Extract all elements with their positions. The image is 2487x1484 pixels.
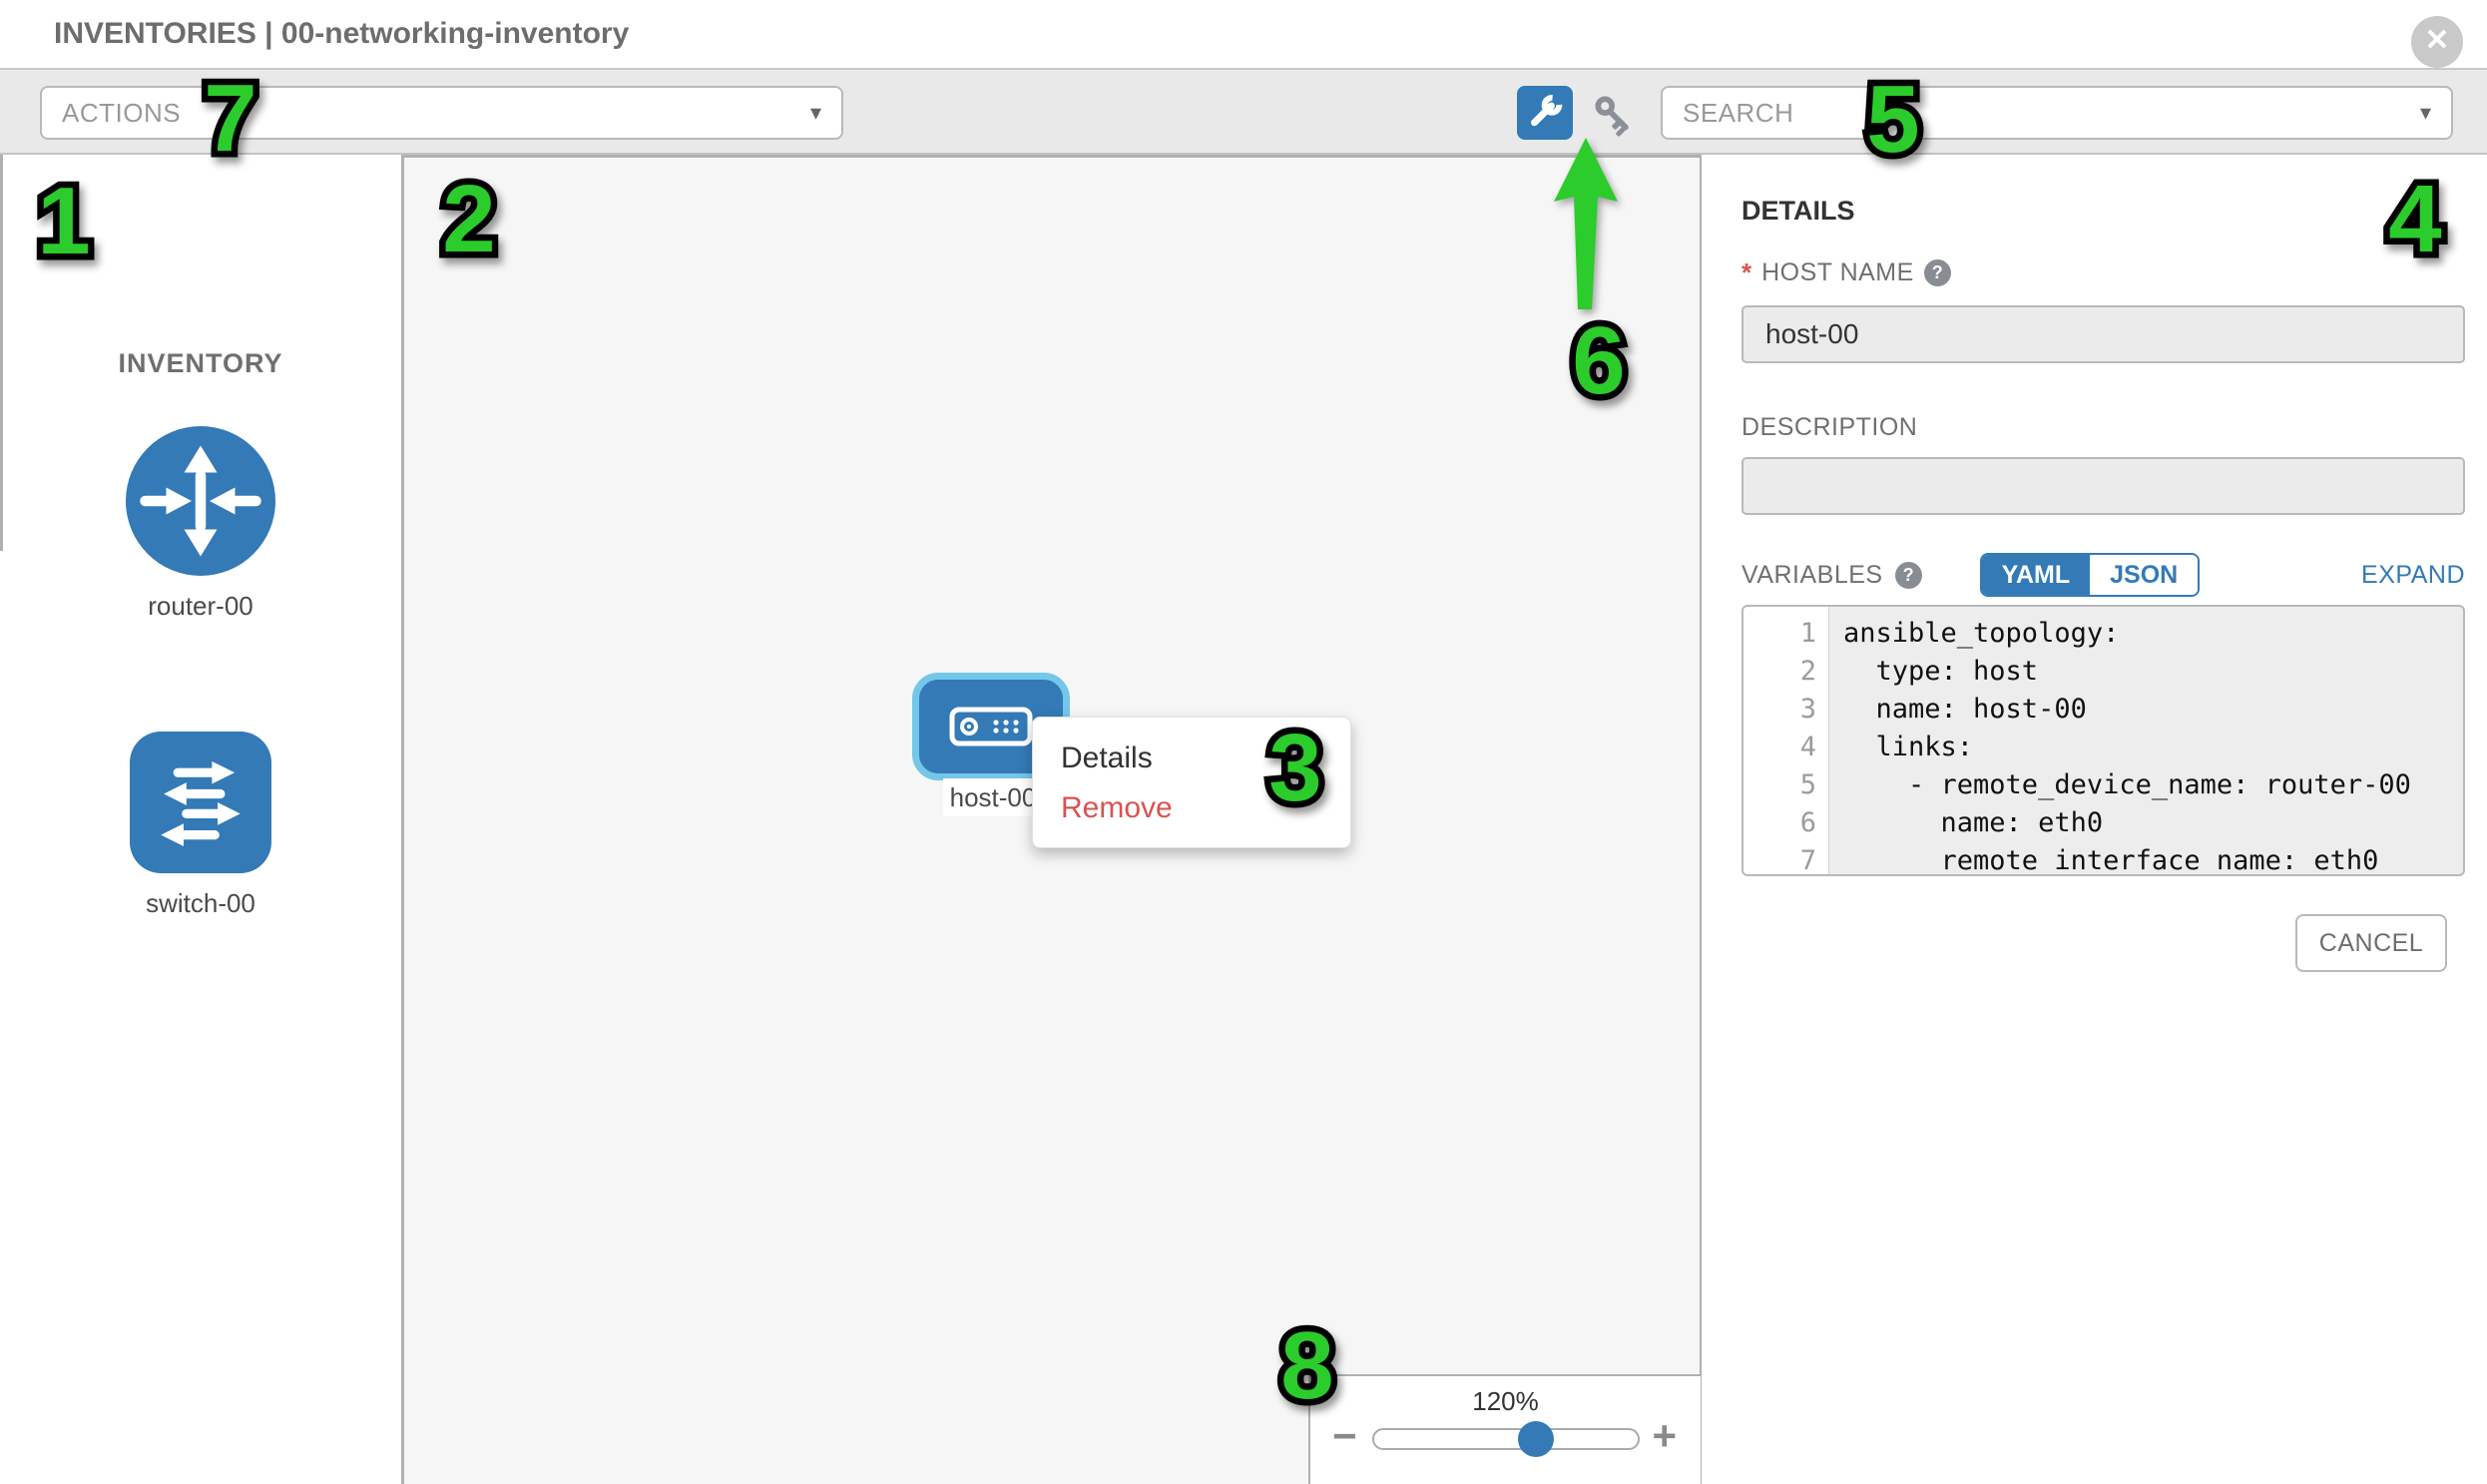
actions-dropdown-label: ACTIONS	[62, 98, 181, 129]
device-label: router-00	[0, 591, 401, 622]
sidebar-heading: INVENTORY	[0, 348, 401, 379]
panel-edge-divider	[0, 155, 3, 551]
wrench-icon	[1524, 92, 1566, 134]
line-number: 7	[1743, 842, 1828, 876]
zoom-slider-thumb[interactable]	[1518, 1421, 1554, 1457]
help-icon[interactable]: ?	[1895, 562, 1922, 589]
code-line: ansible_topology:	[1843, 615, 2463, 653]
tab-yaml[interactable]: YAML	[1982, 555, 2091, 595]
node-context-menu: Details Remove	[1032, 717, 1351, 848]
search-dropdown[interactable]: SEARCH ▾	[1661, 86, 2453, 140]
zoom-control: 120% − +	[1308, 1374, 1703, 1484]
code-line: remote_interface_name: eth0	[1843, 842, 2463, 876]
help-icon[interactable]: ?	[1924, 259, 1951, 286]
zoom-out-button[interactable]: −	[1332, 1412, 1357, 1460]
sidebar-item-router-00[interactable]: router-00	[0, 426, 401, 622]
actions-dropdown[interactable]: ACTIONS ▾	[40, 86, 843, 140]
details-heading: DETAILS	[1741, 196, 1855, 227]
code-line: type: host	[1843, 653, 2463, 691]
code-area: ansible_topology: type: host name: host-…	[1829, 607, 2463, 874]
variables-code-editor[interactable]: 1 2 3 4 5 6 7 ansible_topology: type: ho…	[1741, 605, 2465, 876]
host-name-field[interactable]	[1741, 305, 2465, 363]
code-line: name: eth0	[1843, 804, 2463, 842]
line-number: 5	[1743, 766, 1828, 804]
line-number: 4	[1743, 729, 1828, 766]
required-asterisk: *	[1741, 257, 1751, 288]
router-icon	[126, 426, 275, 576]
description-field[interactable]	[1741, 457, 2465, 515]
chevron-down-icon: ▾	[2420, 100, 2431, 126]
device-label: switch-00	[0, 888, 401, 919]
page-title: INVENTORIES | 00-networking-inventory	[54, 0, 629, 68]
configure-topology-button[interactable]	[1517, 86, 1573, 140]
line-number: 3	[1743, 691, 1828, 729]
title-bar: INVENTORIES | 00-networking-inventory ✕	[0, 0, 2487, 70]
search-dropdown-label: SEARCH	[1683, 98, 1793, 129]
sidebar-item-switch-00[interactable]: switch-00	[0, 732, 401, 919]
line-number: 6	[1743, 804, 1828, 842]
description-label-row: DESCRIPTION	[1741, 413, 1917, 442]
expand-link[interactable]: EXPAND	[2361, 561, 2465, 590]
line-number: 2	[1743, 653, 1828, 691]
zoom-level-value: 120%	[1310, 1386, 1701, 1417]
code-line: name: host-00	[1843, 691, 2463, 729]
variables-label: VARIABLES	[1741, 561, 1883, 590]
close-icon[interactable]: ✕	[2411, 16, 2463, 68]
code-line: links:	[1843, 729, 2463, 766]
chevron-down-icon: ▾	[810, 100, 821, 126]
inventory-sidebar: INVENTORY router-00	[0, 155, 401, 1484]
host-name-label: HOST NAME	[1761, 258, 1914, 287]
key-icon	[1589, 90, 1641, 142]
tab-json[interactable]: JSON	[2090, 555, 2198, 595]
cancel-button[interactable]: CANCEL	[2295, 914, 2447, 972]
key-credentials-button[interactable]	[1589, 90, 1641, 142]
toolbar: ACTIONS ▾ SEARCH ▾	[0, 70, 2487, 155]
context-menu-item-details[interactable]: Details	[1033, 734, 1350, 783]
description-label: DESCRIPTION	[1741, 413, 1917, 442]
host-name-label-row: * HOST NAME ?	[1741, 257, 1951, 288]
topology-canvas[interactable]: host-00 Details Remove 120% − +	[401, 155, 1702, 1484]
details-panel: DETAILS * HOST NAME ? DESCRIPTION VARIAB…	[1702, 155, 2487, 1484]
line-number: 1	[1743, 615, 1828, 653]
zoom-in-button[interactable]: +	[1652, 1412, 1677, 1460]
code-gutter: 1 2 3 4 5 6 7	[1743, 607, 1829, 874]
zoom-slider[interactable]	[1372, 1428, 1640, 1450]
context-menu-item-remove[interactable]: Remove	[1033, 783, 1350, 833]
variables-format-toggle: YAML JSON	[1980, 553, 2201, 597]
host-icon	[949, 707, 1033, 746]
switch-icon	[130, 732, 271, 873]
code-line: - remote_device_name: router-00	[1843, 766, 2463, 804]
inventory-topology-screen: INVENTORIES | 00-networking-inventory ✕ …	[0, 0, 2487, 1484]
variables-row: VARIABLES ? YAML JSON EXPAND	[1741, 553, 2465, 597]
host-node-label: host-00	[943, 778, 1043, 816]
